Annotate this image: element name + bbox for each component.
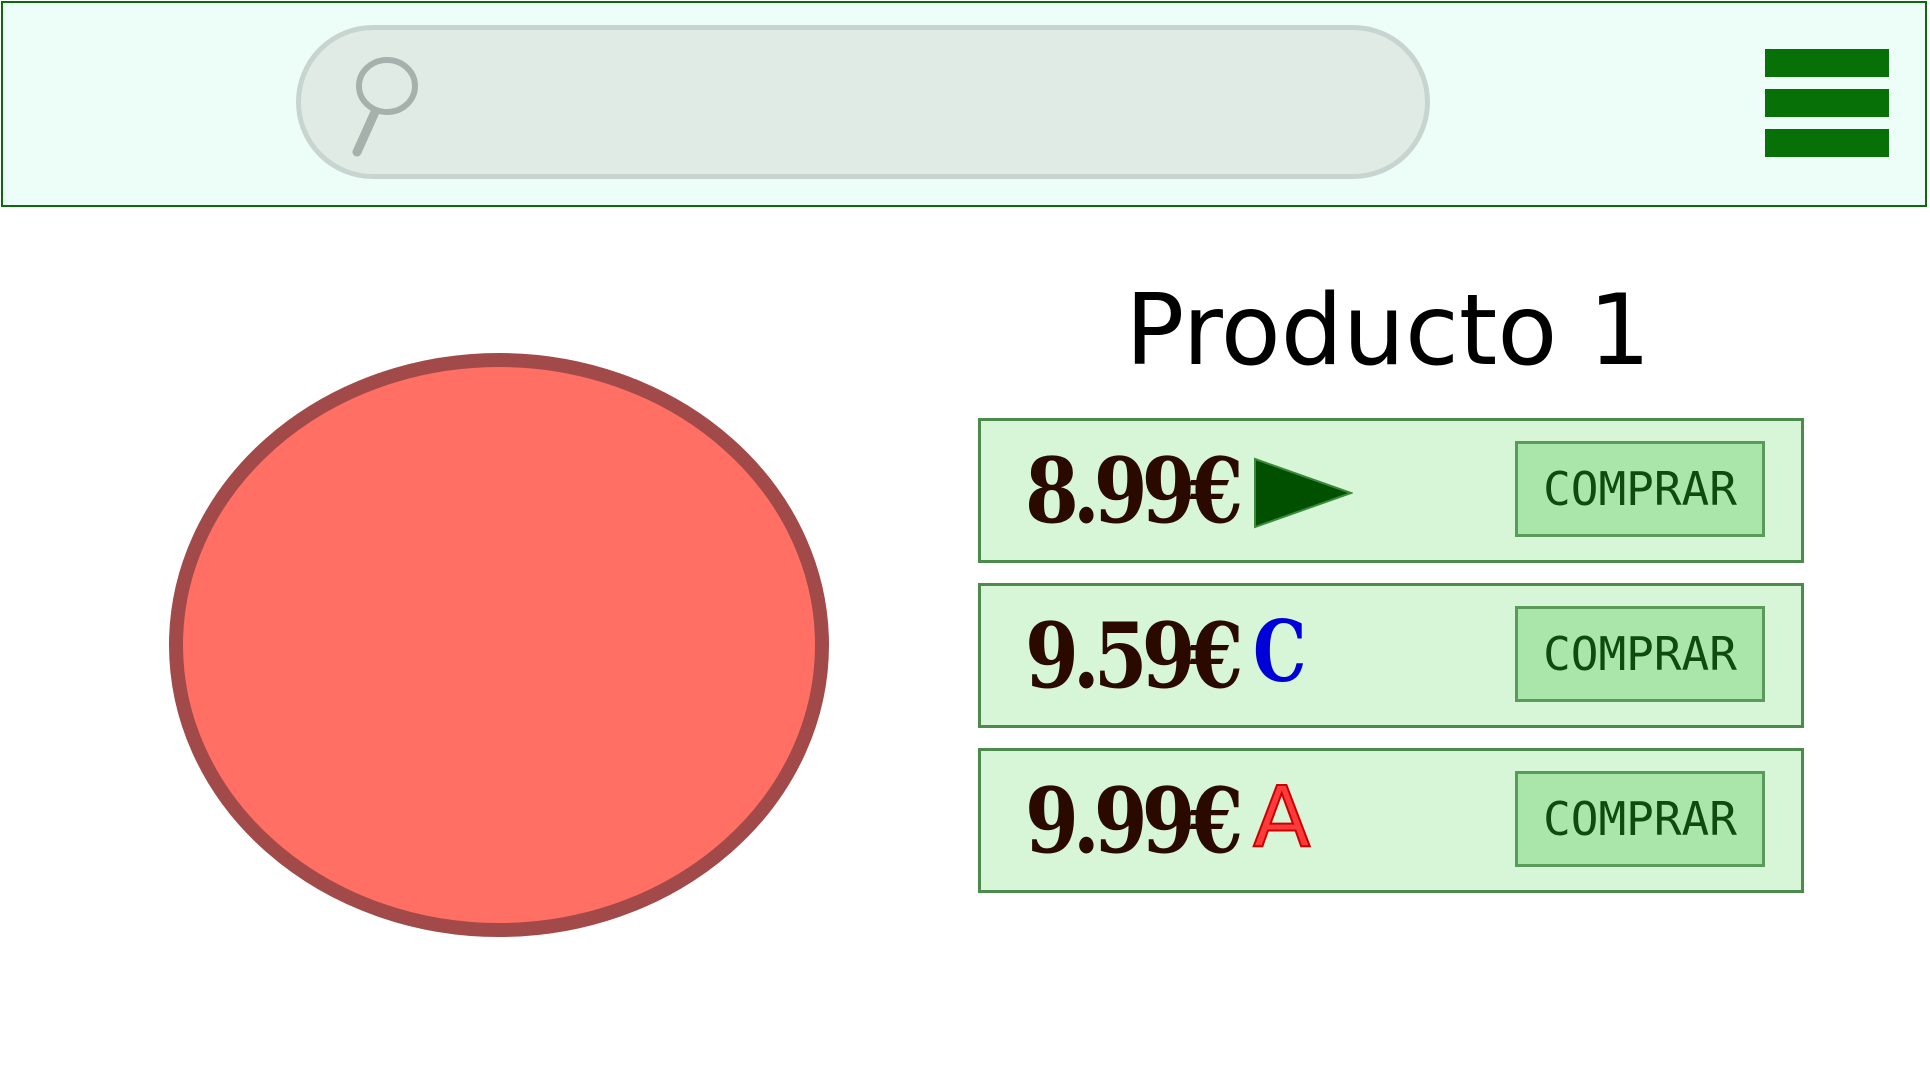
menu-bar-middle: [1765, 89, 1889, 117]
play-icon: [1254, 457, 1353, 529]
menu-bar-bottom: [1765, 129, 1889, 157]
search-input[interactable]: [431, 56, 1385, 150]
header-bar: [1, 1, 1927, 207]
offer-badge: C: [1253, 602, 1353, 701]
search-icon[interactable]: [351, 56, 431, 166]
offer-price: 9.99€: [1025, 768, 1243, 874]
buy-button[interactable]: COMPRAR: [1515, 441, 1765, 537]
menu-bar-top: [1765, 49, 1889, 77]
buy-button[interactable]: COMPRAR: [1515, 771, 1765, 867]
badge-letter-a: A: [1252, 767, 1311, 867]
badge-letter-c: C: [1253, 602, 1307, 701]
hamburger-menu-icon[interactable]: [1765, 49, 1889, 157]
offer-row: 8.99€ COMPRAR: [978, 418, 1804, 563]
offer-badge: A: [1252, 767, 1353, 867]
offer-row: 9.59€ C COMPRAR: [978, 583, 1804, 728]
search-bar[interactable]: [296, 25, 1430, 179]
offer-row: 9.99€ A COMPRAR: [978, 748, 1804, 893]
product-title: Producto 1: [1125, 274, 1651, 388]
product-image: [169, 353, 829, 937]
offer-price: 8.99€: [1025, 438, 1243, 544]
offer-list: 8.99€ COMPRAR 9.59€ C COMPRAR 9.99€ A CO…: [978, 418, 1804, 913]
buy-button[interactable]: COMPRAR: [1515, 606, 1765, 702]
offer-price: 9.59€: [1025, 603, 1243, 709]
